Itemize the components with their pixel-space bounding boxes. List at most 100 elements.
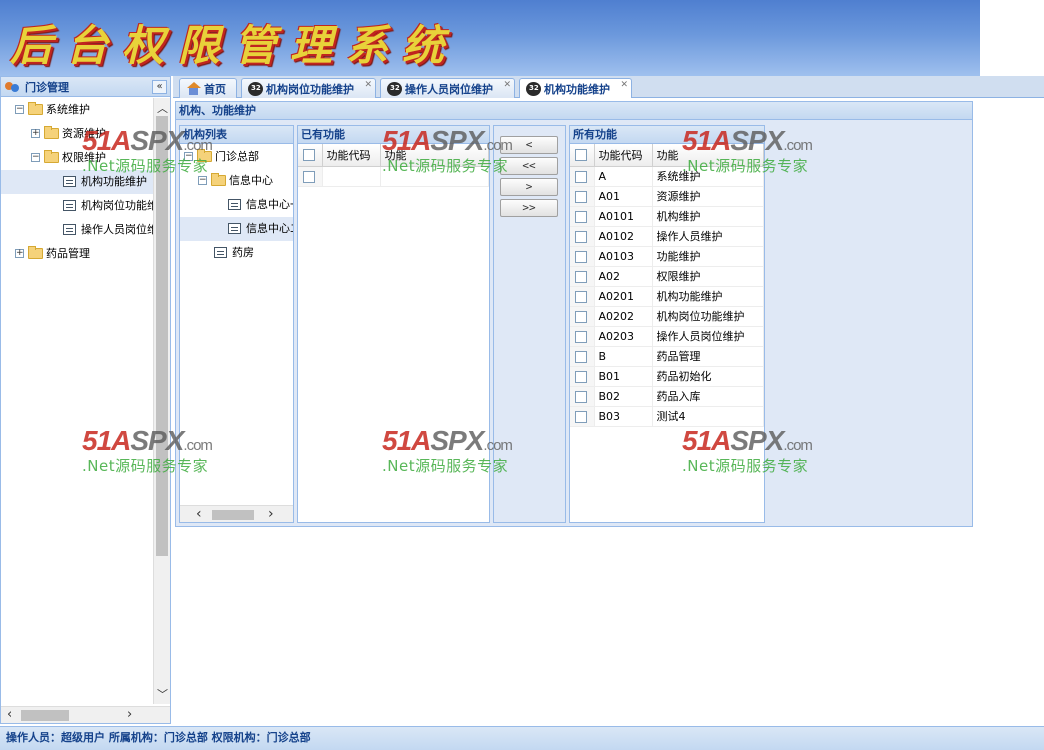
table-row[interactable]: A 系统维护 (570, 166, 764, 187)
table-row[interactable]: B 药品管理 (570, 346, 764, 367)
row-checkbox[interactable] (575, 330, 587, 343)
move-all-left-button[interactable]: << (500, 157, 558, 175)
expand-icon[interactable]: + (31, 129, 40, 138)
tab-home[interactable]: 首页 (179, 78, 237, 98)
org-horizontal-scrollbar[interactable]: ‹ › (180, 505, 293, 522)
row-checkbox-cell[interactable] (570, 266, 595, 287)
row-checkbox-cell[interactable] (570, 326, 595, 347)
row-checkbox[interactable] (575, 190, 587, 203)
row-checkbox[interactable] (575, 270, 587, 283)
tree-node[interactable]: 机构岗位功能维护 (1, 194, 153, 218)
tab-page-2[interactable]: 操作人员岗位维护 ✕ (380, 78, 515, 98)
column-header-code[interactable]: 功能代码 (322, 144, 381, 167)
row-checkbox[interactable] (575, 230, 587, 243)
table-row[interactable]: A0203 操作人员岗位维护 (570, 326, 764, 347)
row-checkbox-cell[interactable] (570, 186, 595, 207)
row-checkbox[interactable] (575, 210, 587, 223)
org-list-panel: 机构列表 − 门诊总部 − 信息中心信息中心一信息中心二药房 ‹ › (179, 125, 294, 523)
tree-node-label: 门诊总部 (215, 150, 259, 163)
tree-node[interactable]: − 权限维护 (1, 146, 153, 170)
row-checkbox[interactable] (575, 290, 587, 303)
table-row[interactable]: B03 测试4 (570, 406, 764, 427)
table-row[interactable]: A0201 机构功能维护 (570, 286, 764, 307)
tree-node[interactable]: 机构功能维护 (1, 170, 153, 194)
tab-page-3[interactable]: 机构功能维护 ✕ (519, 78, 632, 99)
table-row[interactable] (298, 166, 489, 187)
scroll-left-icon[interactable]: ‹ (196, 506, 202, 522)
row-checkbox[interactable] (575, 390, 587, 403)
west-horizontal-scrollbar[interactable]: ‹ › (1, 706, 170, 723)
row-checkbox-cell[interactable] (570, 206, 595, 227)
row-checkbox-cell[interactable] (570, 306, 595, 327)
tab-label: 机构岗位功能维护 (266, 82, 354, 96)
move-right-button[interactable]: > (500, 178, 558, 196)
row-checkbox[interactable] (575, 250, 587, 263)
select-all-checkbox[interactable] (303, 149, 315, 162)
row-checkbox-cell[interactable] (570, 286, 595, 307)
column-header-name[interactable]: 功能 (380, 144, 489, 167)
collapse-icon[interactable]: − (31, 153, 40, 162)
row-checkbox[interactable] (575, 410, 587, 423)
select-all-checkbox-cell[interactable] (298, 144, 323, 167)
move-left-button[interactable]: < (500, 136, 558, 154)
tree-node[interactable]: − 系统维护 (1, 98, 153, 122)
tree-node[interactable]: 操作人员岗位维护 (1, 218, 153, 242)
scroll-left-icon[interactable]: ‹ (7, 707, 12, 723)
tree-node-label: 信息中心一 (246, 198, 293, 211)
tree-node[interactable]: + 资源维护 (1, 122, 153, 146)
tree-node[interactable]: 信息中心一 (180, 193, 293, 217)
row-checkbox-cell[interactable] (570, 406, 595, 427)
row-checkbox[interactable] (575, 170, 587, 183)
tree-node[interactable]: − 门诊总部 (180, 145, 293, 169)
table-row[interactable]: A02 权限维护 (570, 266, 764, 287)
move-all-right-button[interactable]: >> (500, 199, 558, 217)
row-checkbox-cell[interactable] (298, 166, 323, 187)
table-row[interactable]: A0102 操作人员维护 (570, 226, 764, 247)
close-tab-icon[interactable]: ✕ (364, 80, 372, 90)
column-header-name[interactable]: 功能 (652, 144, 764, 167)
table-row[interactable]: A01 资源维护 (570, 186, 764, 207)
select-all-checkbox[interactable] (575, 149, 587, 162)
table-row[interactable]: B02 药品入库 (570, 386, 764, 407)
west-vertical-scrollbar[interactable]: ︿ ﹀ (153, 98, 170, 704)
collapse-icon[interactable]: − (184, 152, 193, 161)
column-header-code[interactable]: 功能代码 (594, 144, 653, 167)
row-checkbox-cell[interactable] (570, 346, 595, 367)
row-checkbox[interactable] (575, 350, 587, 363)
tree-node[interactable]: 药房 (180, 241, 293, 265)
row-checkbox-cell[interactable] (570, 226, 595, 247)
table-row[interactable]: B01 药品初始化 (570, 366, 764, 387)
tree-node[interactable]: − 信息中心 (180, 169, 293, 193)
scroll-thumb[interactable] (212, 510, 254, 520)
row-checkbox[interactable] (303, 170, 315, 183)
row-checkbox-cell[interactable] (570, 386, 595, 407)
table-row[interactable]: A0103 功能维护 (570, 246, 764, 267)
select-all-checkbox-cell[interactable] (570, 144, 595, 167)
scroll-down-icon[interactable]: ﹀ (157, 686, 168, 702)
close-tab-icon[interactable]: ✕ (503, 80, 511, 90)
scroll-right-icon[interactable]: › (127, 707, 132, 723)
scroll-up-icon[interactable]: ︿ (157, 100, 168, 116)
row-checkbox-cell[interactable] (570, 246, 595, 267)
expand-icon[interactable]: + (15, 249, 24, 258)
table-row[interactable]: A0202 机构岗位功能维护 (570, 306, 764, 327)
app-title: 后台权限管理系统 (10, 21, 459, 70)
row-checkbox[interactable] (575, 370, 587, 383)
function-name-cell: 机构功能维护 (652, 286, 764, 307)
tab-page-1[interactable]: 机构岗位功能维护 ✕ (241, 78, 376, 98)
row-checkbox[interactable] (575, 310, 587, 323)
collapse-icon[interactable]: − (198, 176, 207, 185)
close-tab-icon[interactable]: ✕ (620, 80, 628, 90)
collapse-west-button[interactable]: « (152, 80, 167, 94)
collapse-icon[interactable]: − (15, 105, 24, 114)
scroll-thumb[interactable] (156, 116, 168, 556)
row-checkbox-cell[interactable] (570, 366, 595, 387)
function-name-cell: 药品管理 (652, 346, 764, 367)
tree-node[interactable]: + 药品管理 (1, 242, 153, 266)
row-checkbox-cell[interactable] (570, 166, 595, 187)
scroll-right-icon[interactable]: › (268, 506, 274, 522)
tree-node-label: 权限维护 (62, 151, 106, 164)
tree-node[interactable]: 信息中心二 (180, 217, 293, 241)
scroll-thumb[interactable] (21, 710, 69, 721)
table-row[interactable]: A0101 机构维护 (570, 206, 764, 227)
